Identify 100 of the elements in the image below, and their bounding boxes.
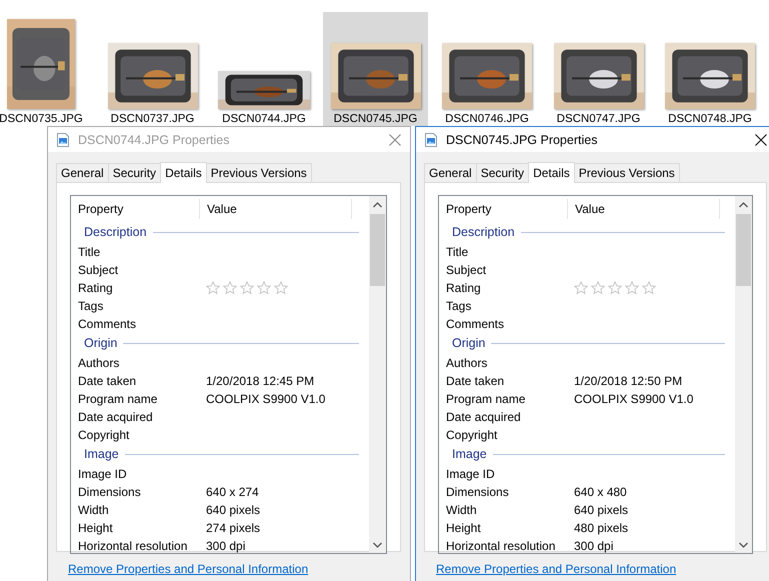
scrollbar-thumb[interactable] <box>370 214 385 286</box>
property-name: Horizontal resolution <box>445 539 556 553</box>
star-icon[interactable] <box>625 281 639 295</box>
property-name: Width <box>445 503 478 517</box>
property-name: Subject <box>445 263 488 277</box>
file-name: DSCN0745.JPG <box>334 112 418 126</box>
property-name: Dimensions <box>77 485 142 499</box>
star-rating[interactable] <box>206 281 288 295</box>
file-name: DSCN0744.JPG <box>222 112 306 126</box>
column-header[interactable]: Property <box>71 199 200 219</box>
column-header[interactable]: Value <box>200 199 352 219</box>
property-name: Date acquired <box>77 410 154 424</box>
property-name: Height <box>77 521 114 535</box>
group-heading: Origin <box>452 336 486 350</box>
property-value: 1/20/2018 12:45 PM <box>206 374 314 388</box>
property-name: Rating <box>445 281 482 295</box>
file-thumbnail[interactable]: DSCN0746.JPG <box>446 12 528 126</box>
property-value: 640 x 480 <box>574 485 627 499</box>
file-thumbnail[interactable]: DSCN0735.JPG <box>0 12 82 126</box>
file-thumbnail[interactable]: DSCN0737.JPG <box>112 12 194 126</box>
star-icon[interactable] <box>274 281 288 295</box>
property-name: Date taken <box>77 374 138 388</box>
file-name: DSCN0746.JPG <box>445 112 529 126</box>
property-name: Copyright <box>445 428 498 442</box>
column-header[interactable]: Value <box>568 199 720 219</box>
property-value: COOLPIX S9900 V1.0 <box>574 392 694 406</box>
file-thumbnail[interactable]: DSCN0744.JPG <box>223 12 305 126</box>
star-icon[interactable] <box>608 281 622 295</box>
property-name: Subject <box>77 263 120 277</box>
property-name: Date taken <box>445 374 506 388</box>
property-value: 640 pixels <box>574 503 628 517</box>
remove-properties-link[interactable]: Remove Properties and Personal Information <box>436 562 676 576</box>
group-heading: Origin <box>84 336 118 350</box>
property-name: Authors <box>77 356 120 370</box>
image-file-icon <box>425 132 437 146</box>
property-name: Tags <box>445 299 472 313</box>
tab[interactable]: Previous Versions <box>574 163 680 182</box>
property-value: 1/20/2018 12:50 PM <box>574 374 682 388</box>
property-value: 300 dpi <box>574 539 614 553</box>
tab[interactable]: Security <box>476 163 530 182</box>
property-name: Date acquired <box>445 410 522 424</box>
property-value: 274 pixels <box>206 521 260 535</box>
file-name: DSCN0737.JPG <box>110 112 194 126</box>
star-icon[interactable] <box>257 281 271 295</box>
tab[interactable]: Previous Versions <box>206 163 312 182</box>
file-thumbnail[interactable]: DSCN0745.JPG <box>323 12 428 126</box>
property-name: Image ID <box>77 467 128 481</box>
scrollbar-thumb[interactable] <box>736 214 751 286</box>
star-icon[interactable] <box>223 281 237 295</box>
property-name: Authors <box>445 356 488 370</box>
property-name: Comments <box>77 317 138 331</box>
group-heading: Image <box>84 447 119 461</box>
property-name: Dimensions <box>445 485 510 499</box>
column-header[interactable]: Property <box>439 199 568 219</box>
property-value: 480 pixels <box>574 521 628 535</box>
image-file-icon <box>57 132 69 146</box>
group-heading: Description <box>452 225 515 239</box>
star-icon[interactable] <box>206 281 220 295</box>
group-heading: Image <box>452 447 487 461</box>
property-name: Program name <box>77 392 158 406</box>
property-name: Horizontal resolution <box>77 539 188 553</box>
star-icon[interactable] <box>574 281 588 295</box>
property-name: Rating <box>77 281 114 295</box>
property-name: Program name <box>445 392 526 406</box>
scroll-down-icon[interactable] <box>739 542 748 548</box>
property-name: Title <box>445 245 470 259</box>
property-value: 300 dpi <box>206 539 246 553</box>
scroll-up-icon[interactable] <box>739 202 748 208</box>
property-name: Title <box>77 245 102 259</box>
property-name: Tags <box>77 299 104 313</box>
close-icon[interactable] <box>755 134 767 146</box>
file-name: DSCN0747.JPG <box>556 112 640 126</box>
tab[interactable]: Details <box>160 162 207 183</box>
scroll-down-icon[interactable] <box>373 542 382 548</box>
tab[interactable]: General <box>56 163 109 182</box>
property-value: COOLPIX S9900 V1.0 <box>206 392 326 406</box>
property-name: Comments <box>445 317 506 331</box>
file-thumbnail[interactable]: DSCN0747.JPG <box>558 12 640 126</box>
scrollbar[interactable] <box>369 196 386 553</box>
file-thumbnail[interactable]: DSCN0748.JPG <box>669 12 751 126</box>
scroll-up-icon[interactable] <box>373 202 382 208</box>
property-name: Height <box>445 521 482 535</box>
star-rating[interactable] <box>574 281 656 295</box>
group-heading: Description <box>84 225 147 239</box>
file-name: DSCN0735.JPG <box>0 112 83 126</box>
remove-properties-link[interactable]: Remove Properties and Personal Information <box>68 562 308 576</box>
tab[interactable]: General <box>424 163 477 182</box>
star-icon[interactable] <box>591 281 605 295</box>
tab[interactable]: Security <box>108 163 162 182</box>
property-name: Image ID <box>445 467 496 481</box>
star-icon[interactable] <box>642 281 656 295</box>
property-name: Copyright <box>77 428 130 442</box>
star-icon[interactable] <box>240 281 254 295</box>
scrollbar[interactable] <box>735 196 752 553</box>
window-title: DSCN0744.JPG Properties <box>78 132 230 146</box>
file-name: DSCN0748.JPG <box>668 112 752 126</box>
property-value: 640 x 274 <box>206 485 259 499</box>
tab[interactable]: Details <box>528 162 575 183</box>
property-value: 640 pixels <box>206 503 260 517</box>
property-name: Width <box>77 503 110 517</box>
